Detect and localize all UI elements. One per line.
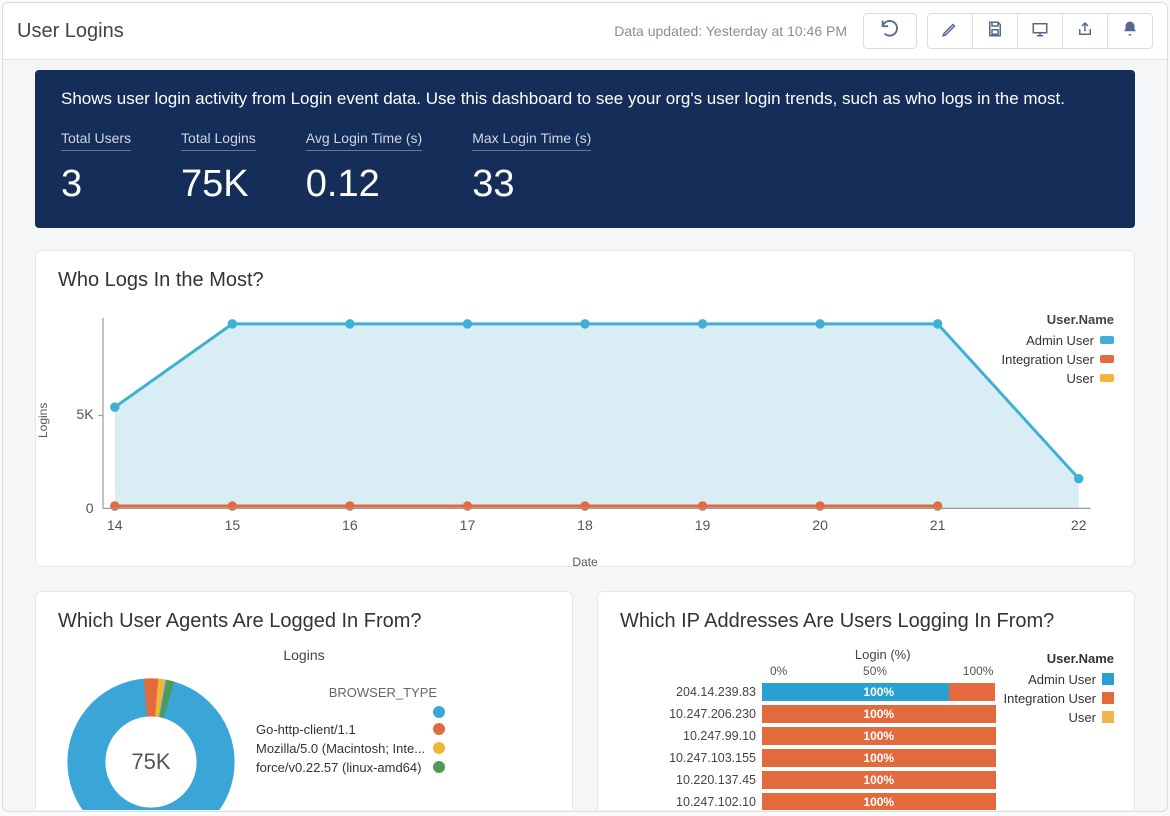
data-updated-label: Data updated: Yesterday at 10:46 PM (614, 23, 847, 39)
present-icon (1031, 20, 1049, 43)
page-title: User Logins (17, 20, 124, 43)
edit-button[interactable] (927, 13, 973, 49)
metric-label: Total Users (61, 130, 131, 151)
svg-text:17: 17 (460, 517, 476, 533)
undo-icon (879, 17, 901, 45)
ip-bar: 100% (762, 793, 996, 811)
legend-swatch (1100, 336, 1114, 344)
ip-bar: 100% (762, 749, 996, 767)
panel-who-logs-in: Who Logs In the Most? Logins (35, 250, 1135, 567)
save-button[interactable] (972, 13, 1018, 49)
ip-label: 10.247.103.155 (640, 751, 762, 765)
ip-row[interactable]: 10.247.206.230100% (640, 704, 996, 724)
metric-value: 75K (181, 163, 256, 206)
panel-title: Which User Agents Are Logged In From? (58, 610, 552, 633)
ip-row[interactable]: 10.220.137.45100% (640, 770, 996, 790)
legend-item[interactable]: Mozilla/5.0 (Macintosh; Inte... (256, 741, 445, 756)
legend-swatch (1102, 692, 1114, 704)
legend-swatch (433, 723, 445, 735)
donut-chart[interactable]: 75K (56, 667, 246, 811)
svg-text:20: 20 (812, 517, 828, 533)
metric: Max Login Time (s) 33 (472, 130, 591, 206)
pencil-icon (941, 20, 959, 43)
legend-item[interactable]: User (1004, 710, 1115, 725)
legend-swatch (1102, 711, 1114, 723)
ip-bar: 100% (762, 705, 996, 723)
x-axis-label: Date (56, 555, 1114, 569)
ip-y-axis-label: Client IP (618, 647, 632, 811)
notifications-button[interactable] (1107, 13, 1153, 49)
legend-item[interactable]: force/v0.22.57 (linux-amd64) (256, 760, 445, 775)
ip-row[interactable]: 204.14.239.83100% (640, 682, 996, 702)
save-icon (986, 20, 1004, 43)
metric-label: Avg Login Time (s) (306, 130, 422, 151)
metric: Total Users 3 (61, 130, 131, 206)
svg-text:16: 16 (342, 517, 358, 533)
metric: Avg Login Time (s) 0.12 (306, 130, 422, 206)
svg-text:14: 14 (107, 517, 123, 533)
legend-item[interactable]: Integration User (1002, 352, 1115, 367)
ip-legend: User.Name Admin UserIntegration UserUser (1004, 651, 1115, 811)
metric-value: 33 (472, 163, 591, 206)
ip-bar-chart[interactable]: Login (%) 0% 50% 100% 204.14.239.83100%1… (640, 647, 996, 811)
svg-text:0: 0 (86, 501, 94, 517)
ip-row[interactable]: 10.247.102.10100% (640, 792, 996, 811)
ip-row[interactable]: 10.247.103.155100% (640, 748, 996, 768)
metric-value: 0.12 (306, 163, 422, 206)
header: User Logins Data updated: Yesterday at 1… (3, 3, 1167, 60)
donut-center-value: 75K (56, 667, 246, 811)
legend-item[interactable]: Admin User (1002, 333, 1115, 348)
present-button[interactable] (1017, 13, 1063, 49)
panel-user-agents: Which User Agents Are Logged In From? Lo… (35, 591, 573, 811)
metric-value: 3 (61, 163, 131, 206)
share-button[interactable] (1062, 13, 1108, 49)
ip-row[interactable]: 10.247.99.10100% (640, 726, 996, 746)
ip-label: 10.247.99.10 (640, 729, 762, 743)
svg-text:19: 19 (695, 517, 711, 533)
metric: Total Logins 75K (181, 130, 256, 206)
legend-item[interactable]: Integration User (1004, 691, 1115, 706)
summary-description: Shows user login activity from Login eve… (61, 86, 1109, 112)
legend-item[interactable] (256, 706, 445, 718)
line-chart-legend: User.Name Admin UserIntegration UserUser (1002, 312, 1115, 390)
metric-label: Max Login Time (s) (472, 130, 591, 151)
legend-swatch (1102, 673, 1114, 685)
svg-text:22: 22 (1071, 517, 1087, 533)
donut-legend: BROWSER_TYPE Go-http-client/1.1Mozilla/5… (256, 685, 445, 779)
summary-banner: Shows user login activity from Login eve… (35, 70, 1135, 228)
svg-text:21: 21 (930, 517, 946, 533)
undo-button[interactable] (863, 13, 917, 49)
line-chart[interactable]: Logins 0 5K (56, 306, 1114, 556)
svg-text:15: 15 (224, 517, 240, 533)
svg-text:5K: 5K (76, 407, 94, 423)
svg-text:18: 18 (577, 517, 593, 533)
donut-subtitle: Logins (56, 647, 552, 663)
legend-item[interactable]: Admin User (1004, 672, 1115, 687)
share-icon (1076, 20, 1094, 43)
y-axis-label: Logins (36, 402, 50, 437)
ip-label: 204.14.239.83 (640, 685, 762, 699)
ip-bar: 100% (762, 771, 996, 789)
ip-label: 10.220.137.45 (640, 773, 762, 787)
ip-bar: 100% (762, 683, 996, 701)
legend-item[interactable]: Go-http-client/1.1 (256, 722, 445, 737)
panel-title: Which IP Addresses Are Users Logging In … (620, 610, 1114, 633)
ip-bar: 100% (762, 727, 996, 745)
legend-swatch (1100, 374, 1114, 382)
panel-title: Who Logs In the Most? (58, 269, 1114, 292)
legend-item[interactable]: User (1002, 371, 1115, 386)
metric-label: Total Logins (181, 130, 256, 151)
panel-ip-addresses: Which IP Addresses Are Users Logging In … (597, 591, 1135, 811)
bell-icon (1121, 20, 1139, 43)
legend-swatch (1100, 355, 1114, 363)
ip-label: 10.247.102.10 (640, 795, 762, 809)
legend-swatch (433, 742, 445, 754)
ip-label: 10.247.206.230 (640, 707, 762, 721)
legend-swatch (433, 706, 445, 718)
legend-swatch (433, 761, 445, 773)
